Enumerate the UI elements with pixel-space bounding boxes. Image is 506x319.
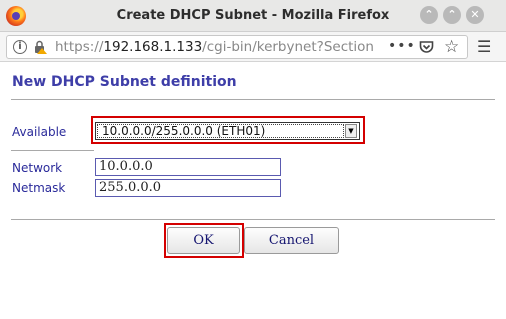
more-actions-icon[interactable]: ••• (388, 38, 416, 54)
divider (11, 99, 495, 100)
close-icon[interactable]: ✕ (466, 6, 484, 24)
divider-short (11, 150, 94, 151)
minimize-icon[interactable]: ⌃ (420, 6, 438, 24)
info-icon[interactable]: i (13, 40, 27, 54)
window-titlebar: Create DHCP Subnet - Mozilla Firefox ⌃ ⌃… (0, 0, 506, 32)
hamburger-menu-icon[interactable]: ☰ (477, 37, 491, 56)
cancel-button[interactable]: Cancel (244, 227, 339, 254)
navigation-toolbar: i https://192.168.1.133/cgi-bin/kerbynet… (0, 32, 506, 62)
lock-warning-icon[interactable] (33, 40, 47, 54)
available-select[interactable]: 10.0.0.0/255.0.0.0 (ETH01) ▼ (95, 122, 360, 140)
bookmark-star-icon[interactable]: ☆ (444, 37, 459, 57)
page-title: New DHCP Subnet definition (12, 74, 237, 90)
divider (11, 219, 495, 220)
netmask-field[interactable]: 255.0.0.0 (95, 179, 281, 197)
network-label: Network (12, 161, 63, 175)
url-host: 192.168.1.133 (103, 39, 203, 55)
url-scheme: https:// (55, 39, 104, 55)
page-content: New DHCP Subnet definition Available 10.… (0, 62, 506, 319)
available-label: Available (12, 125, 67, 139)
available-selected-value: 10.0.0.0/255.0.0.0 (ETH01) (102, 124, 266, 138)
network-field[interactable]: 10.0.0.0 (95, 158, 281, 176)
pocket-icon[interactable] (419, 40, 434, 54)
url-path: /cgi-bin/kerbynet?Section=D (202, 39, 375, 55)
netmask-label: Netmask (12, 181, 66, 195)
url-text[interactable]: https://192.168.1.133/cgi-bin/kerbynet?S… (55, 39, 375, 55)
maximize-icon[interactable]: ⌃ (443, 6, 461, 24)
ok-button[interactable]: OK (167, 227, 240, 254)
chevron-down-icon[interactable]: ▼ (345, 124, 357, 138)
url-field[interactable]: i https://192.168.1.133/cgi-bin/kerbynet… (6, 35, 468, 59)
